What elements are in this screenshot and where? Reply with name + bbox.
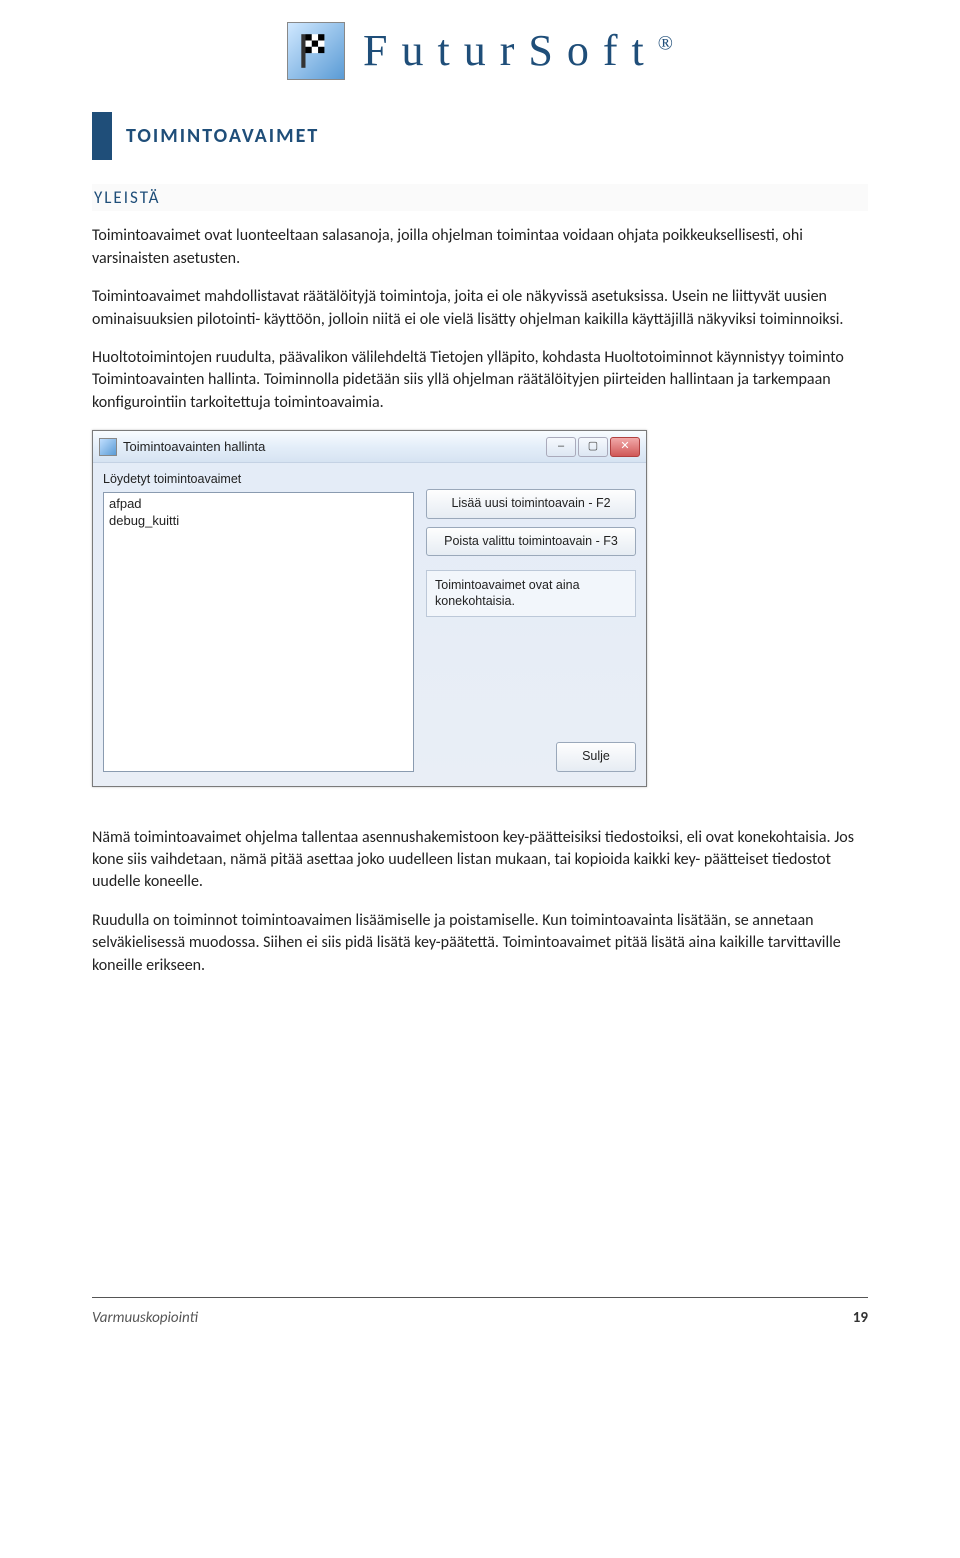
title-block: TOIMINTOAVAIMET — [92, 112, 868, 160]
dialog-left-pane: Löydetyt toimintoavaimet afpad debug_kui… — [103, 471, 414, 772]
dialog-titlebar[interactable]: Toimintoavainten hallinta – ▢ ✕ — [93, 431, 646, 463]
paragraph: Toimintoavaimet ovat luonteeltaan salasa… — [92, 225, 868, 270]
page-header: FuturSoft® — [0, 0, 960, 112]
dialog-window: Toimintoavainten hallinta – ▢ ✕ Löydetyt… — [92, 430, 647, 787]
dialog-body: Löydetyt toimintoavaimet afpad debug_kui… — [93, 463, 646, 786]
document-body: TOIMINTOAVAIMET YLEISTÄ Toimintoavaimet … — [0, 112, 960, 977]
key-listbox[interactable]: afpad debug_kuitti — [103, 492, 414, 772]
page-footer: Varmuuskopiointi 19 — [0, 1297, 960, 1357]
close-button[interactable]: Sulje — [556, 742, 636, 772]
dialog-right-pane: Lisää uusi toimintoavain - F2 Poista val… — [426, 471, 636, 772]
checkered-flag-icon — [287, 22, 345, 80]
list-item[interactable]: afpad — [109, 496, 408, 513]
paragraph: Huoltotoimintojen ruudulta, päävalikon v… — [92, 347, 868, 414]
add-key-button[interactable]: Lisää uusi toimintoavain - F2 — [426, 489, 636, 519]
list-item[interactable]: debug_kuitti — [109, 513, 408, 530]
listbox-label: Löydetyt toimintoavaimet — [103, 471, 414, 489]
remove-key-button[interactable]: Poista valittu toimintoavain - F3 — [426, 527, 636, 557]
footer-rule — [92, 1297, 868, 1298]
paragraph: Ruudulla on toiminnot toimintoavaimen li… — [92, 910, 868, 977]
info-box: Toimintoavaimet ovat aina konekohtaisia. — [426, 570, 636, 617]
close-row: Sulje — [426, 742, 636, 772]
paragraph: Toimintoavaimet mahdollistavat räätälöit… — [92, 286, 868, 331]
brand-name: FuturSoft® — [363, 20, 673, 82]
page-number: 19 — [853, 1308, 868, 1329]
maximize-button[interactable]: ▢ — [578, 437, 608, 457]
dialog-title: Toimintoavainten hallinta — [123, 438, 546, 456]
paragraph: Nämä toimintoavaimet ohjelma tallentaa a… — [92, 827, 868, 894]
footer-section: Varmuuskopiointi — [92, 1308, 198, 1329]
app-icon — [99, 438, 117, 456]
heading-1: TOIMINTOAVAIMET — [126, 122, 868, 150]
minimize-button[interactable]: – — [546, 437, 576, 457]
heading-2: YLEISTÄ — [92, 184, 868, 212]
window-controls: – ▢ ✕ — [546, 437, 640, 457]
close-icon[interactable]: ✕ — [610, 437, 640, 457]
